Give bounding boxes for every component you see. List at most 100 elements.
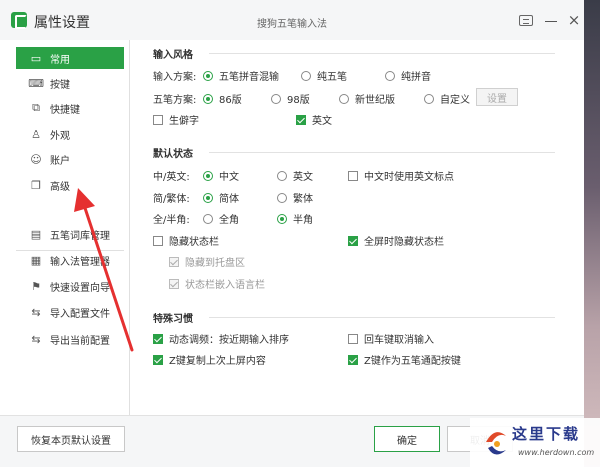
sidebar-item-shortcuts[interactable]: ⧉ 快捷键 [16, 97, 124, 119]
radio-checked[interactable] [203, 93, 213, 104]
section-title-input-style: 输入风格 [153, 50, 193, 61]
custom-settings-button[interactable]: 设置 [476, 88, 518, 106]
cn-en-option-chinese[interactable]: 中文 [203, 168, 239, 183]
flag-icon: ⚑ [31, 279, 41, 293]
sidebar-item-label: 五笔词库管理 [50, 230, 110, 242]
radio-unchecked[interactable] [385, 70, 395, 81]
scheme-option-wubi[interactable]: 纯五笔 [301, 68, 347, 83]
settings-panel: 输入风格 输入方案: 五笔拼音混输 纯五笔 纯拼音 五笔方案: 86版 98版 … [131, 40, 584, 415]
radio-unchecked[interactable] [203, 213, 213, 224]
close-icon[interactable]: × [567, 13, 581, 28]
sidebar-item-common[interactable]: ▭ 常用 [16, 47, 124, 69]
width-label: 全/半角: [153, 215, 190, 226]
scheme-option-mixed[interactable]: 五笔拼音混输 [203, 68, 279, 83]
sidebar-item-label: 输入法管理器 [50, 256, 110, 268]
section-title-special-habits: 特殊习惯 [153, 314, 193, 325]
section-divider [209, 152, 555, 153]
shirt-icon: ♙ [31, 127, 41, 141]
checkbox-checked[interactable] [348, 235, 358, 246]
sidebar-item-label: 导出当前配置 [50, 335, 110, 347]
enter-cancel-checkbox[interactable]: 回车键取消输入 [348, 331, 434, 346]
sidebar-item-label: 账户 [50, 155, 70, 167]
keyboard-icon: ⌨ [28, 76, 44, 90]
english-checkbox[interactable]: 英文 [296, 112, 332, 127]
sidebar-item-account[interactable]: ☺ 账户 [16, 148, 124, 170]
radio-unchecked[interactable] [301, 70, 311, 81]
radio-checked[interactable] [203, 192, 213, 203]
english-punct-checkbox[interactable]: 中文时使用英文标点 [348, 168, 454, 183]
sidebar-item-appearance[interactable]: ♙ 外观 [16, 123, 124, 145]
rare-chars-checkbox[interactable]: 生僻字 [153, 112, 199, 127]
user-icon: ☺ [30, 152, 42, 166]
ok-button[interactable]: 确定 [374, 426, 440, 452]
sidebar-item-label: 快捷键 [50, 104, 80, 116]
checkbox-checked[interactable] [348, 354, 358, 365]
desktop-background [582, 0, 600, 467]
cn-en-label: 中/英文: [153, 172, 190, 183]
radio-unchecked[interactable] [339, 93, 349, 104]
checkbox-unchecked[interactable] [348, 170, 358, 181]
section-title-default-state: 默认状态 [153, 149, 193, 160]
checkbox-unchecked[interactable] [153, 235, 163, 246]
monitor-icon: ▭ [30, 51, 42, 65]
checkbox-checked[interactable] [153, 354, 163, 365]
watermark: 这里下载 www.herdown.com [470, 418, 600, 467]
width-option-half[interactable]: 半角 [277, 211, 313, 226]
section-divider [209, 317, 555, 318]
message-icon[interactable] [519, 15, 533, 26]
radio-checked[interactable] [203, 170, 213, 181]
radio-unchecked[interactable] [277, 192, 287, 203]
sidebar-item-label: 常用 [50, 54, 70, 66]
embed-lang-checkbox[interactable]: 状态栏嵌入语言栏 [169, 276, 265, 291]
checkbox-disabled[interactable] [169, 256, 179, 267]
z-wildcard-checkbox[interactable]: Z键作为五笔通配按键 [348, 352, 461, 367]
sidebar: ▭ 常用 ⌨ 按键 ⧉ 快捷键 ♙ 外观 ☺ 账户 ❐ 高级 ▤ 五笔词库管理 [0, 40, 130, 415]
checkbox-checked[interactable] [153, 333, 163, 344]
layers-icon: ❐ [31, 178, 41, 192]
shortcut-icon: ⧉ [32, 101, 40, 114]
wubi-option-custom[interactable]: 自定义 [424, 91, 470, 106]
checkbox-unchecked[interactable] [153, 114, 163, 125]
checkbox-checked[interactable] [296, 114, 306, 125]
sidebar-item-label: 快速设置向导 [50, 282, 110, 294]
cn-en-option-english[interactable]: 英文 [277, 168, 313, 183]
radio-unchecked[interactable] [277, 170, 287, 181]
grid-icon: ▦ [30, 253, 42, 267]
simp-trad-option-simplified[interactable]: 简体 [203, 190, 239, 205]
hide-tray-checkbox[interactable]: 隐藏到托盘区 [169, 254, 245, 269]
dynamic-adjust-checkbox[interactable]: 动态调频：按近期输入排序 [153, 331, 289, 346]
reset-defaults-button[interactable]: 恢复本页默认设置 [17, 426, 125, 452]
radio-unchecked[interactable] [271, 93, 281, 104]
fullscreen-hide-checkbox[interactable]: 全屏时隐藏状态栏 [348, 233, 444, 248]
sidebar-item-label: 高级 [50, 181, 70, 193]
dictionary-icon: ▤ [30, 227, 42, 241]
sidebar-item-import-config[interactable]: ⇆ 导入配置文件 [16, 301, 124, 323]
sidebar-item-label: 外观 [50, 130, 70, 142]
hide-status-checkbox[interactable]: 隐藏状态栏 [153, 233, 219, 248]
sidebar-item-ime-manager[interactable]: ▦ 输入法管理器 [16, 249, 124, 271]
sidebar-item-advanced[interactable]: ❐ 高级 [16, 174, 124, 196]
section-divider [209, 53, 555, 54]
z-copy-checkbox[interactable]: Z键复制上次上屏内容 [153, 352, 266, 367]
sidebar-item-export-config[interactable]: ⇆ 导出当前配置 [16, 328, 124, 350]
radio-unchecked[interactable] [424, 93, 434, 104]
settings-window: 属性设置 搜狗五笔输入法 × ▭ 常用 ⌨ 按键 ⧉ 快捷键 ♙ 外观 ☺ 账户… [0, 0, 584, 467]
checkbox-disabled[interactable] [169, 278, 179, 289]
sidebar-item-label: 按键 [50, 79, 70, 91]
radio-checked[interactable] [203, 70, 213, 81]
simp-trad-option-traditional[interactable]: 繁体 [277, 190, 313, 205]
sidebar-item-quick-setup[interactable]: ⚑ 快速设置向导 [16, 275, 124, 297]
title-bar: 属性设置 搜狗五笔输入法 × [0, 0, 584, 40]
wubi-option-98[interactable]: 98版 [271, 91, 310, 106]
width-option-full[interactable]: 全角 [203, 211, 239, 226]
scheme-option-pinyin[interactable]: 纯拼音 [385, 68, 431, 83]
radio-checked[interactable] [277, 213, 287, 224]
wubi-option-86[interactable]: 86版 [203, 91, 242, 106]
sidebar-item-wubi-dictionary[interactable]: ▤ 五笔词库管理 [16, 223, 124, 245]
checkbox-unchecked[interactable] [348, 333, 358, 344]
product-title: 搜狗五笔输入法 [257, 19, 327, 30]
wubi-option-new-century[interactable]: 新世纪版 [339, 91, 395, 106]
minimize-icon[interactable] [544, 13, 558, 27]
watermark-url: www.herdown.com [518, 448, 595, 457]
sidebar-item-keys[interactable]: ⌨ 按键 [16, 72, 124, 94]
